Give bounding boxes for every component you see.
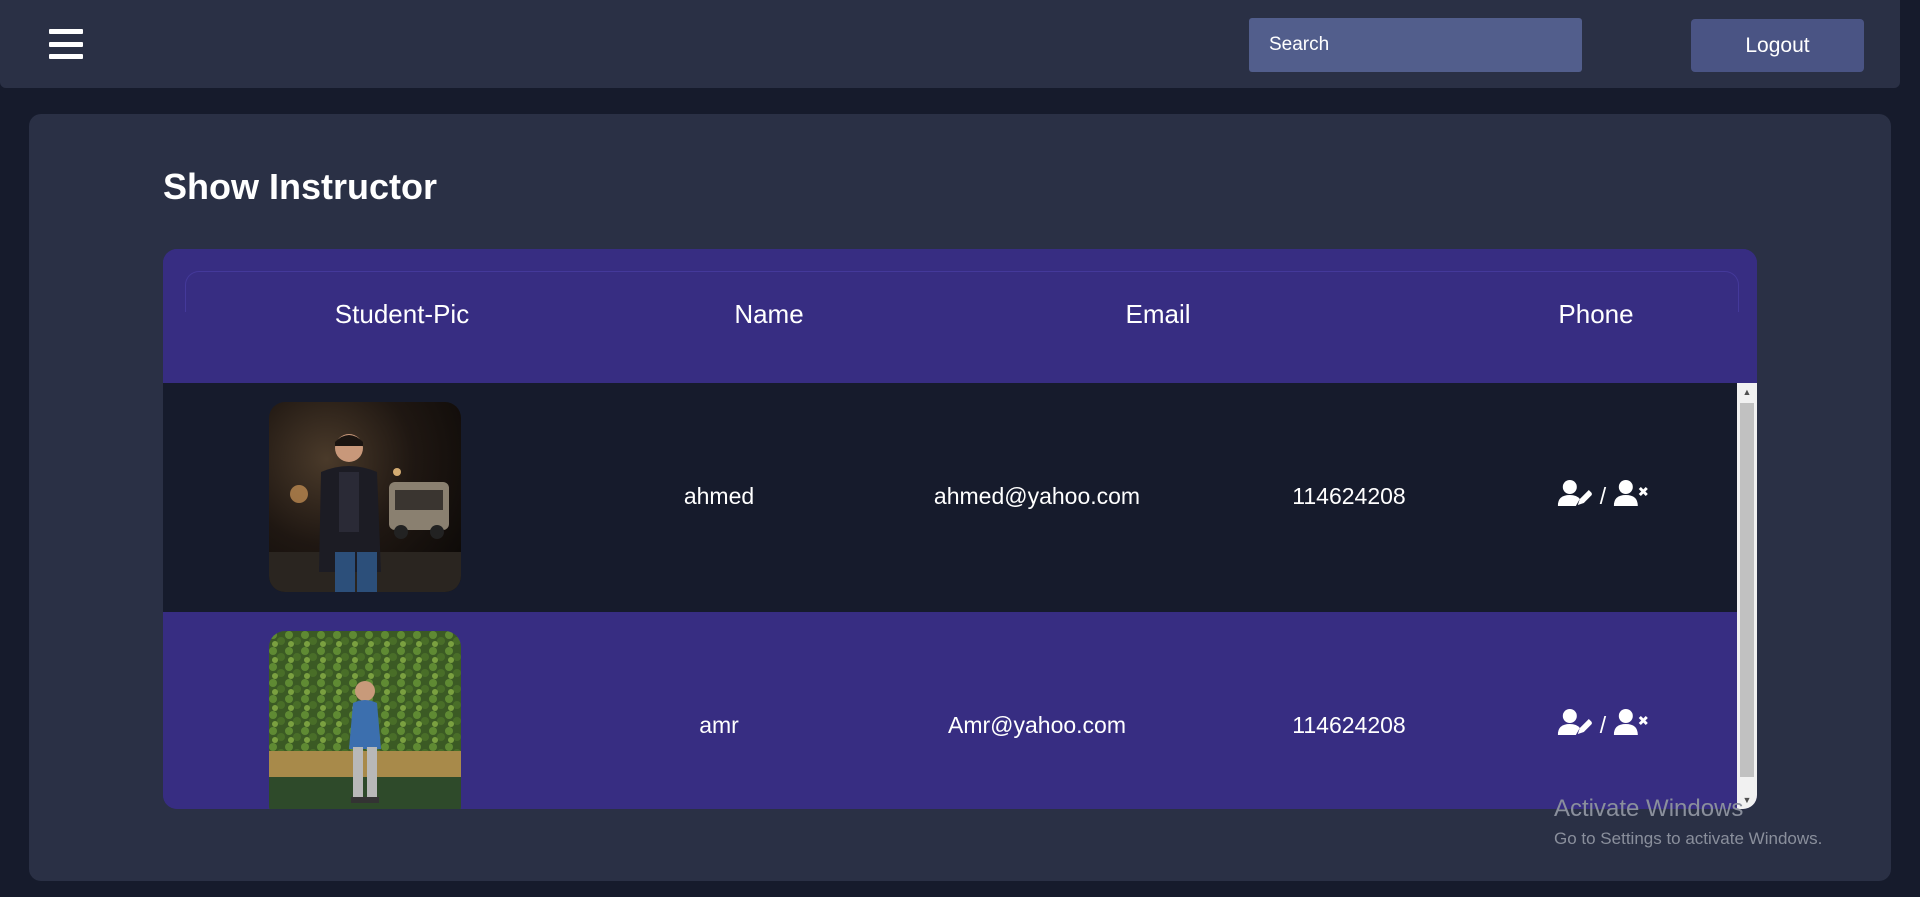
table-body[interactable]: ahmed ahmed@yahoo.com 114624208 / amr Am… xyxy=(163,383,1737,809)
instructor-email: ahmed@yahoo.com xyxy=(933,483,1141,509)
instructor-phone: 114624208 xyxy=(1292,712,1406,738)
top-navbar: Logout xyxy=(0,0,1900,88)
column-header-student-pic: Student-Pic xyxy=(334,299,470,329)
user-delete-icon[interactable] xyxy=(1614,708,1649,742)
row-actions: / xyxy=(1557,479,1649,513)
instructor-name: amr xyxy=(699,712,739,738)
column-header-email: Email xyxy=(1125,299,1191,329)
instructor-name: ahmed xyxy=(683,483,755,509)
user-delete-icon[interactable] xyxy=(1614,479,1649,513)
watermark-subtitle: Go to Settings to activate Windows. xyxy=(1554,829,1823,848)
table-scrollbar[interactable]: ▲ ▼ xyxy=(1737,383,1757,809)
instructor-photo-green-wall xyxy=(269,631,461,809)
search-input[interactable] xyxy=(1249,18,1582,72)
scroll-thumb[interactable] xyxy=(1740,403,1754,777)
user-edit-icon[interactable] xyxy=(1557,708,1593,742)
content-panel: Show Instructor Student-Pic Name Email P… xyxy=(29,114,1891,881)
table-header: Student-Pic Name Email Phone xyxy=(163,249,1757,383)
action-separator: / xyxy=(1599,482,1607,509)
logout-button[interactable]: Logout xyxy=(1691,19,1864,72)
activate-windows-watermark: Activate Windows Go to Settings to activ… xyxy=(1554,795,1822,849)
table-row: ahmed ahmed@yahoo.com 114624208 / xyxy=(163,383,1737,612)
instructor-photo-night-street xyxy=(269,402,461,592)
column-header-name: Name xyxy=(734,299,804,329)
column-header-phone: Phone xyxy=(1558,299,1634,329)
instructor-phone: 114624208 xyxy=(1292,483,1406,509)
watermark-title: Activate Windows xyxy=(1554,795,1744,822)
row-actions: / xyxy=(1557,708,1649,742)
action-separator: / xyxy=(1599,711,1607,738)
scroll-up-arrow-icon[interactable]: ▲ xyxy=(1737,383,1757,401)
page-title: Show Instructor xyxy=(163,166,438,207)
instructor-table: Student-Pic Name Email Phone ahmed ahmed… xyxy=(163,249,1757,809)
user-edit-icon[interactable] xyxy=(1557,479,1593,513)
table-row: amr Amr@yahoo.com 114624208 / xyxy=(163,612,1737,809)
hamburger-menu-icon[interactable] xyxy=(49,29,83,59)
instructor-email: Amr@yahoo.com xyxy=(947,712,1127,738)
